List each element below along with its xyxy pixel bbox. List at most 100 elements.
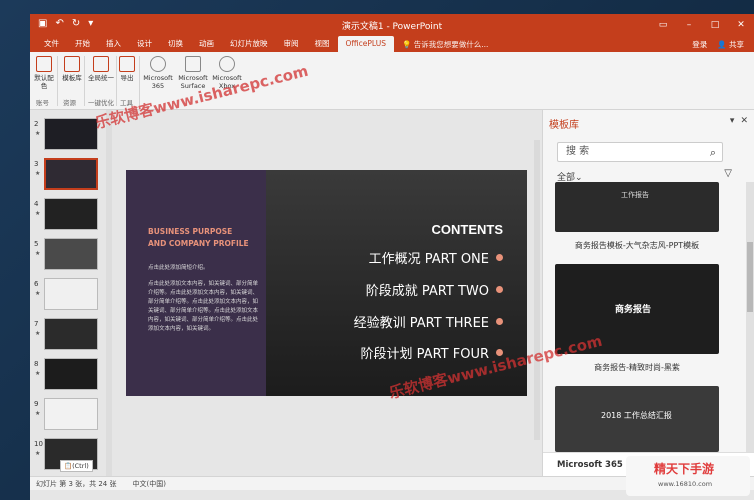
contents-item-text: 经验教训 PART THREE: [353, 316, 489, 331]
slide-scrollbar[interactable]: [534, 140, 540, 440]
star-icon: ★: [35, 130, 41, 137]
thumb-number: 9: [34, 400, 39, 408]
slide-thumbnail-4[interactable]: [44, 198, 98, 230]
globe-icon: [150, 56, 166, 72]
ms365-label: Microsoft 365: [143, 74, 173, 90]
slide-thumbnail-9[interactable]: [44, 398, 98, 430]
pane-close-icon[interactable]: ✕: [740, 116, 748, 126]
share-label: 共享: [729, 39, 744, 49]
template-library-label: 模板库: [62, 74, 82, 82]
tab-slideshow[interactable]: 幻灯片放映: [222, 36, 276, 52]
group-account: 账号: [36, 99, 49, 107]
contents-item[interactable]: 工作概况 PART ONE: [369, 248, 503, 267]
logo-text: 精天下手游: [654, 462, 715, 476]
contents-item[interactable]: 经验教训 PART THREE: [354, 312, 503, 331]
thumb-number: 8: [34, 360, 39, 368]
thumb-number: 5: [34, 240, 39, 248]
business-title[interactable]: BUSINESS PURPOSE AND COMPANY PROFILE: [148, 226, 249, 250]
tell-me-text: 告诉我您想要做什么...: [413, 39, 489, 49]
star-icon: ★: [35, 330, 41, 337]
thumb-number: 10: [34, 440, 43, 448]
template-card-title: 工作报告: [621, 191, 649, 199]
template-card-title: 2018 工作总结汇报: [601, 411, 672, 420]
tab-animations[interactable]: 动画: [191, 36, 222, 52]
tab-design[interactable]: 设计: [129, 36, 160, 52]
group-resources: 资源: [63, 99, 76, 107]
search-placeholder: 搜 索: [566, 146, 590, 157]
slide-thumbnail-8[interactable]: [44, 358, 98, 390]
paste-options-label: (Ctrl): [72, 462, 89, 470]
search-icon[interactable]: ⌕: [710, 144, 716, 162]
template-library-pane: 模板库 ▾ ✕ 搜 索 ⌕ 全部⌄ ▽ 工作报告 商务报告模板-大气杂志风-PP…: [542, 110, 754, 476]
group-optimize: 一键优化: [88, 99, 114, 107]
ribbon-options-icon[interactable]: ▭: [650, 14, 676, 36]
star-icon: ★: [35, 210, 41, 217]
contents-title[interactable]: CONTENTS: [432, 222, 504, 237]
window-title: 演示文稿1 - PowerPoint: [341, 22, 443, 32]
thumb-number: 7: [34, 320, 39, 328]
paste-options-button[interactable]: 📋(Ctrl): [60, 460, 93, 472]
login-link[interactable]: 登录: [692, 39, 707, 50]
thumb-number: 4: [34, 200, 39, 208]
palette-icon: [36, 56, 52, 72]
default-color-label: 默认配色: [34, 74, 54, 90]
pane-options-icon[interactable]: ▾: [730, 116, 735, 126]
close-button[interactable]: ✕: [728, 14, 754, 36]
scrollbar-thumb[interactable]: [747, 242, 753, 312]
tab-file[interactable]: 文件: [36, 36, 67, 52]
tab-home[interactable]: 开始: [67, 36, 98, 52]
star-icon: ★: [35, 370, 41, 377]
template-caption[interactable]: 商务报告模板-大气杂志风-PPT模板: [555, 240, 719, 251]
slide-thumbnail-3[interactable]: [44, 158, 98, 190]
tab-officeplus[interactable]: OfficePLUS: [337, 36, 394, 52]
ms365-button[interactable]: Microsoft 365: [142, 56, 174, 90]
export-icon: [119, 56, 135, 72]
share-button[interactable]: 👤 共享: [717, 39, 744, 50]
template-search-input[interactable]: 搜 索 ⌕: [557, 142, 723, 162]
filter-icon[interactable]: ▽: [724, 168, 732, 179]
maximize-button[interactable]: □: [702, 14, 728, 36]
star-icon: ★: [35, 410, 41, 417]
minimize-button[interactable]: –: [676, 14, 702, 36]
language-indicator[interactable]: 中文(中国): [133, 479, 166, 489]
default-color-button[interactable]: 默认配色: [34, 56, 54, 90]
export-button[interactable]: 导出: [118, 56, 136, 82]
ribbon-divider: [84, 56, 85, 106]
tab-transitions[interactable]: 切换: [160, 36, 191, 52]
powerpoint-window: ▣ ↶ ↻ ▾ 演示文稿1 - PowerPoint ▭ – □ ✕ 文件 开始…: [30, 14, 754, 500]
tab-view[interactable]: 视图: [307, 36, 338, 52]
global-unify-label: 全局统一: [88, 74, 114, 82]
global-unify-button[interactable]: 全局统一: [86, 56, 116, 82]
tell-me-search[interactable]: 💡 告诉我您想要做什么...: [402, 39, 488, 50]
tab-insert[interactable]: 插入: [98, 36, 129, 52]
surface-icon: [185, 56, 201, 72]
ribbon-divider: [139, 56, 140, 106]
slide-thumbnail-7[interactable]: [44, 318, 98, 350]
template-scrollbar[interactable]: [746, 182, 754, 476]
ribbon-divider: [116, 56, 117, 106]
title-bar: ▣ ↶ ↻ ▾ 演示文稿1 - PowerPoint ▭ – □ ✕: [30, 14, 754, 36]
star-icon: ★: [35, 250, 41, 257]
thumb-number: 6: [34, 280, 39, 288]
site-logo: 精天下手游 www.16810.com: [626, 456, 750, 496]
slide-thumbnail-2[interactable]: [44, 118, 98, 150]
slide-thumbnail-6[interactable]: [44, 278, 98, 310]
template-caption[interactable]: 商务报告-精致时尚-黑紫: [555, 362, 719, 373]
template-icon: [64, 56, 80, 72]
slide-thumbnail-5[interactable]: [44, 238, 98, 270]
export-label: 导出: [120, 74, 134, 82]
unify-icon: [93, 56, 109, 72]
xbox-icon: [219, 56, 235, 72]
template-card[interactable]: 2018 工作总结汇报: [555, 386, 719, 452]
template-card-title: 商务报告: [615, 305, 652, 315]
template-card[interactable]: 工作报告: [555, 182, 719, 232]
contents-item[interactable]: 阶段成就 PART TWO: [366, 280, 503, 299]
template-library-button[interactable]: 模板库: [60, 56, 84, 82]
tab-review[interactable]: 审阅: [276, 36, 307, 52]
slide-thumbnails-pane: 2 ★ 3 ★ 4 ★ 5 ★ 6 ★ 7 ★ 8 ★ 9 ★ 10 ★ 11 …: [30, 110, 110, 476]
intro-text[interactable]: 点击此处添加简短介绍。: [148, 264, 258, 273]
star-icon: ★: [35, 450, 41, 457]
bullet-dot: [496, 254, 503, 261]
body-text[interactable]: 点击此处添加文本内容，如关键词、部分简单介绍等。点击此处添加文本内容，如关键词、…: [148, 280, 258, 334]
bullet-dot: [496, 318, 503, 325]
